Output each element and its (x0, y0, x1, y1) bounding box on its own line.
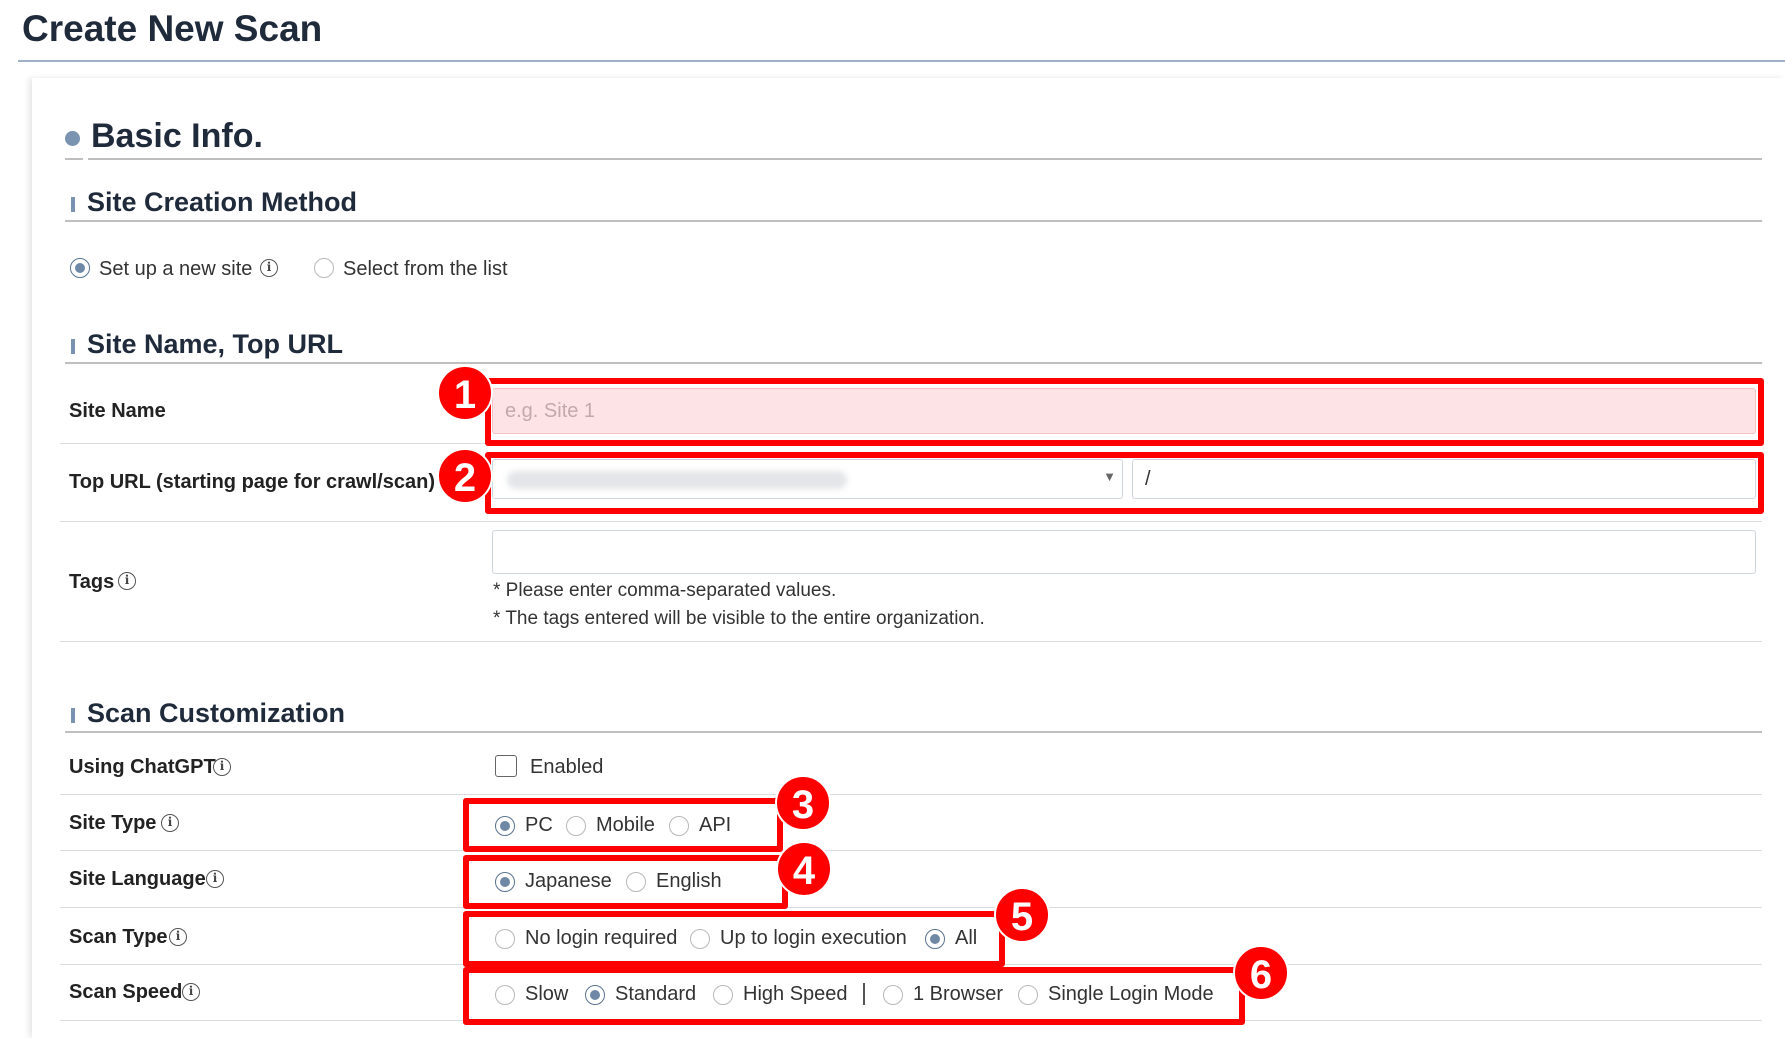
top-url-label: Top URL (starting page for crawl/scan) (69, 471, 435, 493)
site-name-top-url-heading: Site Name, Top URL (87, 329, 344, 359)
info-icon[interactable]: i (260, 259, 278, 277)
subsection-bar-icon (71, 708, 75, 723)
tags-note: * The tags entered will be visible to th… (493, 608, 985, 629)
info-icon[interactable]: i (182, 983, 200, 1001)
info-icon[interactable]: i (206, 870, 224, 888)
subsection-bar-icon (71, 339, 75, 354)
chatgpt-enabled-label[interactable]: Enabled (530, 756, 603, 779)
annotation-badge: 5 (994, 887, 1050, 943)
info-icon[interactable]: i (118, 572, 136, 590)
site-language-label: Site Language (69, 868, 206, 890)
radio-set-up-new-site[interactable] (70, 258, 90, 278)
info-icon[interactable]: i (161, 814, 179, 832)
chatgpt-enabled-checkbox[interactable] (495, 755, 517, 777)
radio-label-set-up-new-site[interactable]: Set up a new site (99, 258, 252, 281)
scan-form-card: Basic Info. Site Creation Method Set up … (32, 78, 1785, 1038)
highlight-box (485, 452, 1764, 514)
highlight-box (485, 378, 1764, 446)
title-divider (18, 60, 1785, 62)
radio-select-from-list[interactable] (314, 258, 334, 278)
info-icon[interactable]: i (169, 928, 187, 946)
site-type-label: Site Type (69, 812, 157, 834)
annotation-badge: 3 (775, 775, 831, 831)
basic-info-heading: Basic Info. (91, 117, 263, 155)
annotation-badge: 4 (776, 841, 832, 897)
tags-input[interactable] (492, 530, 1756, 574)
radio-label-select-from-list[interactable]: Select from the list (343, 258, 508, 281)
using-chatgpt-label: Using ChatGPT (69, 756, 216, 778)
page-title: Create New Scan (22, 8, 323, 49)
highlight-box (463, 911, 1005, 967)
annotation-badge: 1 (437, 365, 493, 421)
tags-note: * Please enter comma-separated values. (493, 580, 837, 601)
subsection-bar-icon (71, 197, 75, 212)
highlight-box (463, 967, 1245, 1025)
scan-speed-label: Scan Speed (69, 981, 183, 1003)
section-bullet-icon (65, 131, 80, 146)
annotation-badge: 6 (1233, 945, 1289, 1001)
highlight-box (463, 855, 788, 909)
scan-customization-heading: Scan Customization (87, 698, 346, 728)
highlight-box (463, 798, 783, 852)
scan-type-label: Scan Type (69, 926, 168, 948)
tags-label: Tags (69, 571, 115, 593)
site-creation-method-heading: Site Creation Method (87, 187, 358, 217)
annotation-badge: 2 (437, 448, 493, 504)
info-icon[interactable]: i (213, 758, 231, 776)
site-name-label: Site Name (69, 400, 166, 422)
